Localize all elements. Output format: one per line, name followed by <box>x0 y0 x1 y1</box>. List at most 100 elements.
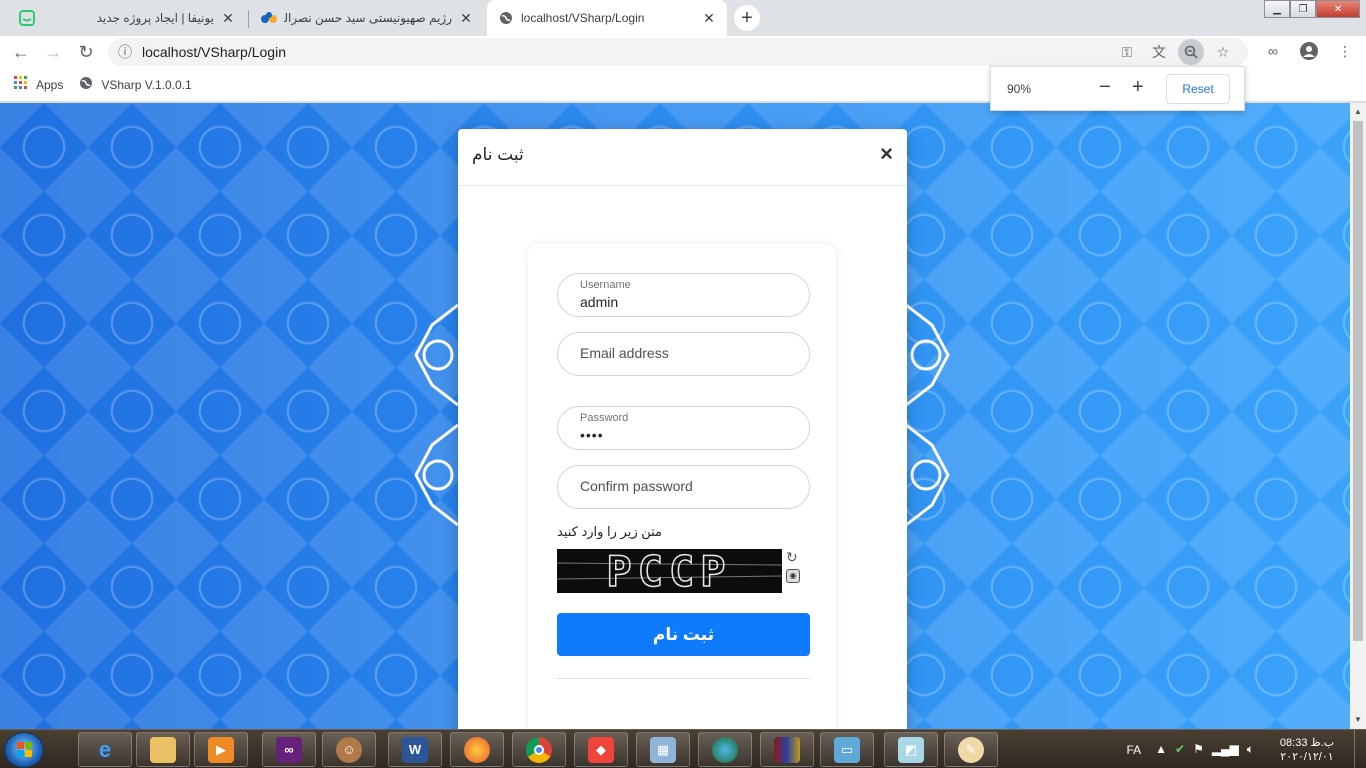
winrar-icon[interactable] <box>760 732 814 767</box>
window-controls: ▁ ❐ ✕ <box>1264 0 1360 18</box>
firefox-icon[interactable] <box>450 732 504 767</box>
bookmark-vsharp[interactable]: VSharp V.1.0.0.1 <box>79 76 192 93</box>
unifa-favicon-icon <box>18 9 36 27</box>
new-tab-button[interactable]: + <box>734 5 760 31</box>
internet-explorer-icon[interactable]: e <box>78 732 132 767</box>
network-signal-icon[interactable]: ▂▄▆ <box>1212 742 1239 757</box>
tab-close-icon[interactable]: ✕ <box>458 10 474 27</box>
bookmark-label: Apps <box>36 77 64 92</box>
security-icon[interactable]: ✔ <box>1175 742 1185 757</box>
user-app-icon[interactable]: ☺ <box>322 732 376 767</box>
confirm-password-field[interactable]: Confirm password <box>557 465 810 509</box>
url-text[interactable]: localhost/VSharp/Login <box>142 44 286 60</box>
show-hidden-icons-icon[interactable]: ▲ <box>1155 742 1167 757</box>
window-close-icon[interactable]: ✕ <box>1316 0 1360 18</box>
username-field[interactable]: Username admin <box>557 273 810 317</box>
email-placeholder[interactable]: Email address <box>580 345 669 361</box>
form-divider <box>557 678 810 679</box>
scroll-down-icon[interactable]: ▼ <box>1354 715 1362 724</box>
notepad-app-icon[interactable]: ◩ <box>884 732 938 767</box>
register-submit-button[interactable]: ثبت نام <box>557 613 810 656</box>
captcha-audio-icon[interactable]: ◉ <box>786 569 800 583</box>
password-value[interactable]: •••• <box>580 427 604 443</box>
username-value[interactable]: admin <box>580 294 618 310</box>
browser-toolbar: ← → ↻ ⓘ localhost/VSharp/Login ⚿ ⽂ ☆ ∞ ⋮ <box>0 36 1366 68</box>
zoom-out-icon[interactable]: − <box>1099 76 1111 99</box>
modal-title: ثبت نام <box>472 145 524 164</box>
translate-icon[interactable]: ⽂ <box>1146 39 1172 65</box>
globe-icon <box>79 76 93 93</box>
clock-date: ۲۰۲۰/۱۲/۰۱ <box>1280 750 1334 763</box>
tab-close-icon[interactable]: ✕ <box>701 10 717 27</box>
zoom-popup: 90% − + Reset <box>990 66 1245 111</box>
email-field[interactable]: Email address <box>557 332 810 376</box>
register-form-card: Username admin Email address Password ••… <box>528 244 836 744</box>
file-explorer-icon[interactable] <box>136 732 190 767</box>
zoom-in-icon[interactable]: + <box>1132 76 1144 99</box>
tab-title: رژیم صهیونیستی سید حسن نصرالله را به ... <box>284 11 452 25</box>
tab-strip: یونیفا | ایجاد پروژه جدید ✕ رژیم صهیونیس… <box>0 0 1366 36</box>
reload-icon[interactable]: ↻ <box>73 40 99 64</box>
menu-kebab-icon[interactable]: ⋮ <box>1332 38 1358 64</box>
confirm-password-placeholder[interactable]: Confirm password <box>580 478 693 494</box>
apps-grid-icon <box>14 76 28 93</box>
tab-login[interactable]: localhost/VSharp/Login ✕ <box>487 0 727 36</box>
minimize-icon[interactable]: ▁ <box>1264 0 1290 18</box>
action-center-flag-icon[interactable]: ⚑ <box>1193 742 1204 757</box>
clock[interactable]: 08:33 ب.ظ ۲۰۲۰/۱۲/۰۱ <box>1272 736 1342 764</box>
news-favicon-icon <box>260 9 278 27</box>
bookmark-star-icon[interactable]: ☆ <box>1210 39 1236 65</box>
page-scrollbar[interactable]: ▲ ▼ <box>1350 103 1366 729</box>
monitor-app-icon[interactable]: ▦ <box>636 732 690 767</box>
clock-time: 08:33 ب.ظ <box>1279 736 1335 749</box>
scroll-up-icon[interactable]: ▲ <box>1354 107 1362 116</box>
extension-icon[interactable]: ∞ <box>1260 38 1286 64</box>
windows-taskbar: e ▶ ∞ ☺ W ◆ ▦ ▭ ◩ ✎ FA ▲ ✔ ⚑ ▂▄▆ 🔈︎ 08:3… <box>0 729 1366 768</box>
visual-studio-icon[interactable]: ∞ <box>262 732 316 767</box>
word-icon[interactable]: W <box>388 732 442 767</box>
captcha-image: PCCP <box>557 549 782 593</box>
tab-title: localhost/VSharp/Login <box>521 11 645 25</box>
restore-icon[interactable]: ❐ <box>1290 0 1316 18</box>
media-player-icon[interactable]: ▶ <box>194 732 248 767</box>
profile-avatar-icon[interactable] <box>1296 38 1322 64</box>
password-field[interactable]: Password •••• <box>557 406 810 450</box>
site-info-icon[interactable]: ⓘ <box>108 42 142 62</box>
system-tray: FA ▲ ✔ ⚑ ▂▄▆ 🔈︎ 08:33 ب.ظ ۲۰۲۰/۱۲/۰۱ <box>1126 730 1366 768</box>
address-bar[interactable]: ⓘ localhost/VSharp/Login ⚿ ⽂ ☆ <box>108 38 1248 66</box>
language-indicator[interactable]: FA <box>1126 743 1141 757</box>
start-button[interactable] <box>4 732 44 768</box>
globe-favicon-icon <box>497 9 515 27</box>
volume-icon[interactable]: 🔈︎ <box>1247 742 1254 757</box>
image-viewer-icon[interactable]: ▭ <box>820 732 874 767</box>
zoom-level: 90% <box>1007 82 1032 96</box>
internet-download-manager-icon[interactable] <box>698 732 752 767</box>
tab-close-icon[interactable]: ✕ <box>220 10 236 27</box>
chrome-icon[interactable] <box>512 732 566 767</box>
tab-unifa[interactable]: یونیفا | ایجاد پروژه جدید ✕ <box>8 0 246 36</box>
modal-close-icon[interactable]: × <box>880 141 893 167</box>
right-ornament-icon <box>906 303 950 527</box>
captcha-text: PCCP <box>606 549 731 593</box>
zoom-icon[interactable] <box>1178 39 1204 65</box>
forward-icon[interactable]: → <box>40 40 66 64</box>
key-icon[interactable]: ⚿ <box>1114 39 1140 65</box>
captcha-refresh-icon[interactable]: ↻ <box>786 549 798 566</box>
bookmark-label: VSharp V.1.0.0.1 <box>101 77 192 92</box>
tab-separator <box>248 10 249 28</box>
anydesk-icon[interactable]: ◆ <box>574 732 628 767</box>
tab-news[interactable]: رژیم صهیونیستی سید حسن نصرالله را به ...… <box>250 0 484 36</box>
left-ornament-icon <box>414 303 458 527</box>
paint-app-icon[interactable]: ✎ <box>944 732 998 767</box>
tab-title: یونیفا | ایجاد پروژه جدید <box>96 11 214 25</box>
bookmark-apps[interactable]: Apps <box>14 76 63 93</box>
back-icon[interactable]: ← <box>8 40 34 64</box>
password-label: Password <box>580 412 629 424</box>
captcha-label: متن زیر را وارد کنید <box>557 524 663 539</box>
zoom-reset-button[interactable]: Reset <box>1166 74 1230 104</box>
username-label: Username <box>580 279 631 291</box>
modal-header: ثبت نام × <box>458 129 907 186</box>
register-modal: ثبت نام × Username admin Email address P… <box>458 129 907 749</box>
show-desktop-button[interactable] <box>1354 730 1366 768</box>
scrollbar-thumb[interactable] <box>1353 121 1363 641</box>
